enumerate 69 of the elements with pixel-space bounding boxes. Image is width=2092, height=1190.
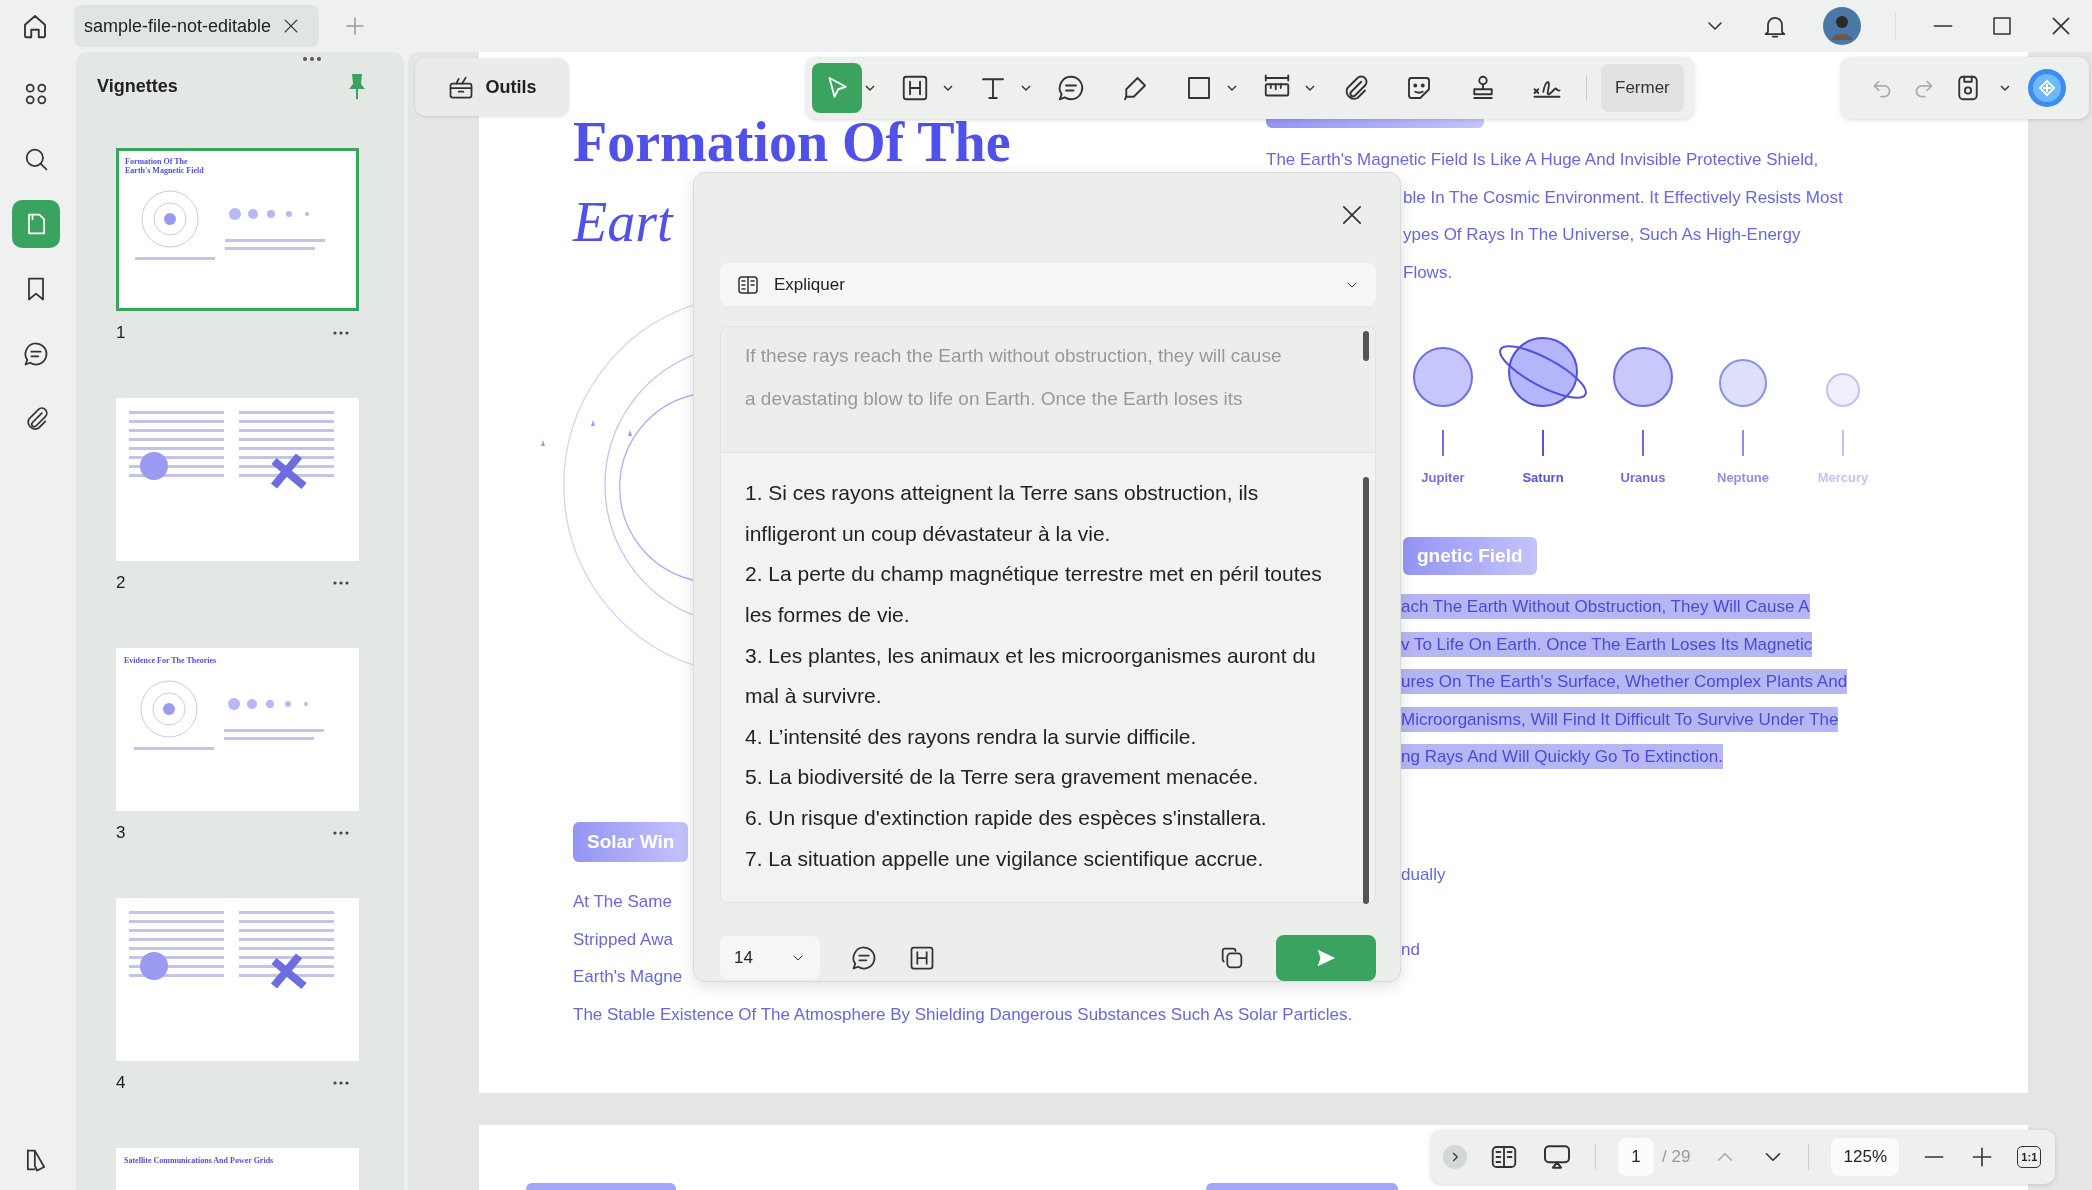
pin-icon[interactable]: [346, 72, 368, 100]
planet-label: Jupiter: [1421, 470, 1465, 485]
body-text: The Stable Existence Of The Atmosphere By Shielding Dangerous Substances Such As Solar Particles.: [573, 1003, 1353, 1026]
comment-icon[interactable]: [1056, 73, 1086, 103]
result-text: 5. La biodiversité de la Terre sera gravement menacée.: [745, 764, 1260, 791]
scrollbar[interactable]: [1363, 477, 1369, 905]
document-subtitle: Eart: [573, 190, 675, 255]
result-text: 2. La perte du champ magnétique terrestre met en péril toutes les formes de vie.: [745, 561, 1323, 629]
thumbnail-title: Earth's Magnetic Field: [125, 166, 205, 175]
zoom-field[interactable]: 125%: [1831, 1138, 1900, 1176]
body-text: Stripped Awa: [573, 928, 673, 951]
body-text: Flows.: [1403, 261, 1453, 284]
page-thumbnail[interactable]: Satellite Communications And Power Grids: [116, 1148, 359, 1190]
page-number: 4: [116, 1073, 126, 1093]
result-text: 1. Si ces rayons atteignent la Terre sans obstruction, ils infligeront un coup dévastateur à la vie.: [745, 480, 1260, 547]
heading-icon[interactable]: [908, 944, 936, 972]
section-heading: Solar Win: [573, 822, 689, 862]
planet-label: Neptune: [1717, 470, 1769, 485]
comment-icon[interactable]: [22, 340, 50, 368]
page-thumbnail[interactable]: Formation Of The Earth's Magnetic Field: [116, 148, 359, 311]
section-heading: gnetic Field: [1403, 537, 1537, 575]
page-thumbnail[interactable]: [116, 398, 359, 561]
panel-title: Vignettes: [97, 75, 178, 97]
pages-nav-icon[interactable]: [12, 200, 60, 248]
assistant-icon[interactable]: [2027, 68, 2067, 108]
page-number: 1: [116, 323, 126, 343]
heading-icon[interactable]: [900, 73, 930, 103]
font-size-select[interactable]: 14: [720, 936, 820, 980]
page-number: 3: [116, 823, 126, 843]
planet-label: Mercury: [1817, 470, 1869, 485]
close-button[interactable]: Fermer: [1601, 64, 1684, 112]
body-text: dually: [1401, 863, 1446, 886]
avatar[interactable]: [1823, 7, 1861, 45]
actual-size-button[interactable]: 1:1: [2017, 1146, 2042, 1168]
more-icon[interactable]: [333, 581, 349, 585]
thumbnail-title: Formation Of The: [125, 157, 189, 166]
result-text: 3. Les plantes, les animaux et les microorganismes auront du mal à survivre.: [745, 642, 1317, 710]
result-text: 6. Un risque d'extinction rapide des espèces s'installera.: [745, 805, 1268, 832]
body-text: At The Same: [573, 891, 672, 913]
result-text: 7. La situation appelle une vigilance scientifique accrue.: [745, 845, 1265, 872]
document-tab[interactable]: sample-file-not-editable: [74, 5, 320, 47]
planet-label: Uranus: [1620, 470, 1666, 485]
planet-label: Saturn: [1522, 470, 1564, 485]
thumbnail-title: Satellite Communications And Power Grids: [124, 1156, 275, 1165]
page-count: / 29: [1662, 1147, 1691, 1167]
drag-handle-icon[interactable]: [302, 56, 322, 62]
send-icon: [1315, 947, 1337, 969]
more-icon[interactable]: [333, 331, 349, 335]
body-text: The Earth's Magnetic Field Is Like A Huge And Invisible Protective Shield,: [1266, 149, 1819, 171]
body-text: nd: [1401, 938, 1420, 961]
scrollbar[interactable]: [1363, 331, 1369, 362]
result-text: 4. L’intensité des rayons rendra la survie difficile.: [745, 723, 1198, 750]
page-thumbnail[interactable]: [116, 898, 359, 1061]
mode-dropdown[interactable]: Expliquer: [720, 262, 1376, 307]
comment-icon[interactable]: [850, 944, 878, 972]
maximize-icon[interactable]: [1990, 14, 2014, 38]
body-text: ypes Of Rays In The Universe, Such As High-Energy: [1403, 224, 1801, 246]
page-number: 2: [116, 573, 126, 593]
source-text: If these rays reach the Earth without obstruction, they will cause a devastating blow to life on Earth. Once the Earth loses its: [721, 327, 1375, 454]
page-thumbnail[interactable]: Evidence For The Theories: [116, 648, 359, 811]
body-text: ble In The Cosmic Environment. It Effectively Resists Most: [1403, 186, 1843, 209]
page-number-field[interactable]: 1: [1618, 1138, 1654, 1176]
send-button[interactable]: [1276, 935, 1376, 981]
document-title: Formation Of The: [573, 110, 1012, 175]
more-icon[interactable]: [333, 831, 349, 835]
body-text: Earth's Magne: [573, 966, 683, 988]
thumbnail-title: Evidence For The Theories: [124, 656, 218, 665]
tools-button[interactable]: Outils: [415, 58, 569, 116]
more-icon[interactable]: [333, 1081, 349, 1085]
